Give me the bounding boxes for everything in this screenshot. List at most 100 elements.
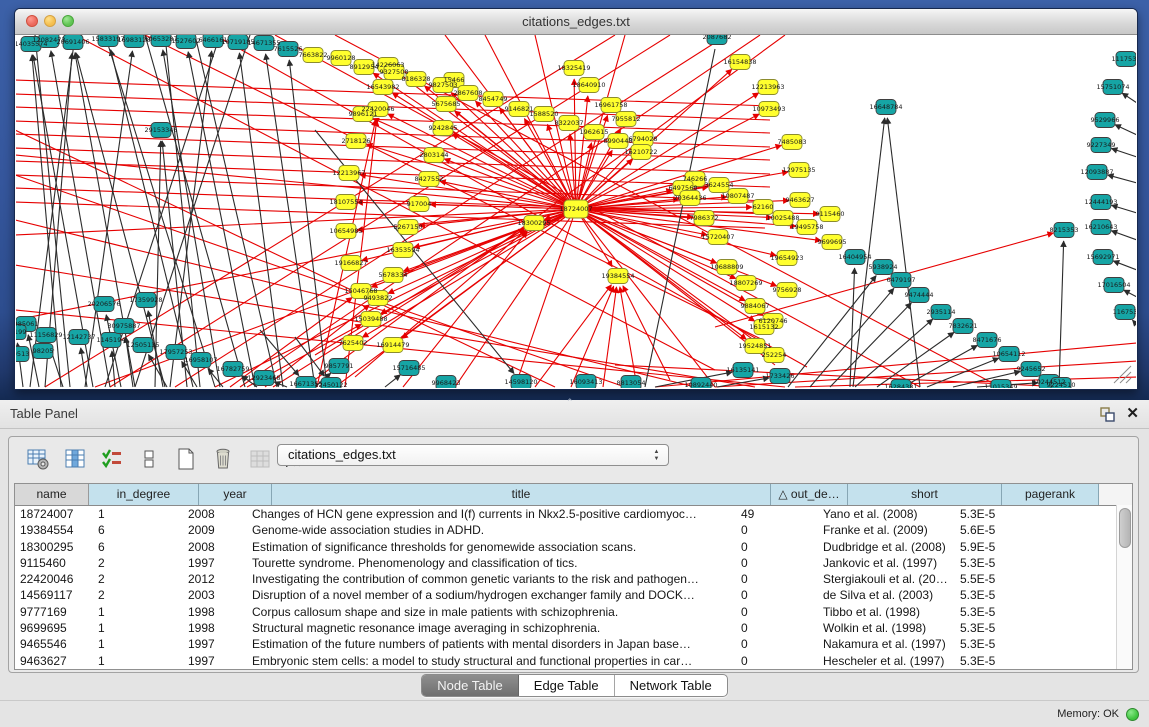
network-node-label: 6479197 [887, 276, 916, 284]
memory-status-label: Memory: OK [1057, 701, 1119, 727]
table-scrollbar[interactable] [1116, 505, 1132, 669]
network-node-label: 18724007 [559, 205, 592, 213]
table-cell: 2003 [180, 587, 245, 603]
network-node-label: 9245652 [1017, 365, 1046, 373]
table-toolbar: f(x) [25, 442, 310, 476]
network-edge [16, 175, 770, 201]
table-row[interactable]: 977716911998Corpus callosum shape and si… [15, 604, 1132, 620]
network-node-label: 12450122 [314, 381, 347, 388]
network-node-label: 19524851 [738, 342, 771, 350]
table-cell: 9777169 [15, 604, 84, 620]
table-cell: Disruption of a novel member of a sodium… [245, 587, 737, 603]
network-node-label: 8427552 [415, 175, 444, 183]
network-node-label: 16782759 [216, 365, 249, 373]
table-row[interactable]: 1872400712008Changes of HCN gene express… [15, 506, 1132, 522]
network-node-label: 62160 [753, 203, 774, 211]
table-selector-dropdown[interactable]: citations_edges.txt ▲▼ [277, 444, 669, 466]
table-tabs-bar: Node TableEdge TableNetwork Table [0, 674, 1149, 698]
network-node-label: 12923468 [247, 374, 280, 382]
table-cell: 1997 [180, 636, 245, 652]
network-edge [1111, 148, 1136, 157]
table-cell: 6 [84, 539, 180, 555]
network-edge [135, 35, 250, 387]
column-header-pagerank[interactable]: pagerank [1002, 484, 1099, 505]
memory-status-indicator[interactable] [1126, 708, 1139, 721]
table-row[interactable]: 1830029562008Estimation of significance … [15, 539, 1132, 555]
network-edge [535, 285, 611, 387]
network-node-label: 9857791 [325, 362, 354, 370]
import-table-icon[interactable] [247, 446, 273, 472]
tab-network-table[interactable]: Network Table [615, 675, 727, 696]
network-edge [877, 332, 954, 387]
table-cell: Tibbo et al. (1998) [810, 604, 951, 620]
column-header-year[interactable]: year [199, 484, 272, 505]
table-mode-icon[interactable] [25, 446, 51, 472]
network-node-label: 1588520 [530, 110, 559, 118]
table-cell: 1998 [180, 604, 245, 620]
column-header-name[interactable]: name [15, 484, 89, 505]
network-node-label: 5267150 [394, 223, 423, 231]
delete-column-icon[interactable] [210, 446, 236, 472]
column-checklist-icon[interactable] [99, 446, 125, 472]
network-edge [1112, 205, 1136, 213]
table-header-row: namein_degreeyeartitle△ out_de…shortpage… [15, 484, 1132, 506]
column-header-in_degree[interactable]: in_degree [89, 484, 199, 505]
network-node-label: 917004 [407, 200, 432, 208]
table-cell: 5.3E-5 [951, 636, 1039, 652]
table-row[interactable]: 1938455462009Genome-wide association stu… [15, 522, 1132, 538]
tab-edge-table[interactable]: Edge Table [519, 675, 615, 696]
table-cell: Investigating the contribution of common… [245, 571, 737, 587]
network-node-label: 17957253 [159, 348, 192, 356]
column-header-short[interactable]: short [848, 484, 1002, 505]
cytoscape-app: citations_edges.txt 14035574120824732069… [0, 0, 1149, 727]
network-node-label: 98205 [33, 347, 54, 355]
table-cell: 2 [84, 555, 180, 571]
network-node-label: 6794028 [629, 135, 658, 143]
network-node-label: 17359928 [129, 296, 162, 304]
table-cell: 2008 [180, 539, 245, 555]
network-node-label: 18640910 [572, 81, 605, 89]
network-canvas[interactable]: 1403557412082473206914061583319716983128… [16, 35, 1136, 388]
table-cell: 2 [84, 571, 180, 587]
float-panel-icon[interactable] [1100, 407, 1115, 422]
network-node-label: 19495758 [790, 223, 823, 231]
network-node-label: 6497568 [669, 184, 698, 192]
scrollbar-thumb[interactable] [1119, 508, 1131, 548]
network-node-label: 1962615 [580, 128, 609, 136]
network-desktop: citations_edges.txt 14035574120824732069… [0, 0, 1149, 400]
network-node-label: 15692971 [1086, 253, 1119, 261]
network-node-label: 7625402 [339, 339, 368, 347]
network-node-label: 9242845 [429, 124, 458, 132]
network-node-label: 7485083 [778, 138, 807, 146]
table-cell: Genome-wide association studies in ADHD. [245, 522, 737, 538]
network-window-titlebar[interactable]: citations_edges.txt [15, 9, 1137, 35]
network-node-label: 9884067 [741, 302, 770, 310]
network-node-label: 15720407 [701, 233, 734, 241]
table-row[interactable]: 2242004622012Investigating the contribut… [15, 571, 1132, 587]
column-header-out_de[interactable]: △ out_de… [771, 484, 848, 505]
network-node-label: 12213967 [332, 169, 365, 177]
table-row[interactable]: 969969511998Structural magnetic resonanc… [15, 620, 1132, 636]
network-node-label: 8186328 [402, 75, 431, 83]
table-cell: Yano et al. (2008) [810, 506, 951, 522]
table-cell: 14569117 [15, 587, 84, 603]
table-row[interactable]: 946362711997Embryonic stem cells: a mode… [15, 653, 1132, 669]
new-column-icon[interactable] [173, 446, 199, 472]
table-row[interactable]: 1456911722003Disruption of a novel membe… [15, 587, 1132, 603]
table-cell: 0 [737, 539, 810, 555]
table-cell: Franke et al. (2009) [810, 522, 951, 538]
panel-resize-grip-icon[interactable]: ⌃ [566, 397, 574, 408]
table-row[interactable]: 911546021997Tourette syndrome. Phenomeno… [15, 555, 1132, 571]
column-header-title[interactable]: title [272, 484, 771, 505]
network-node-label: 17016504 [1097, 281, 1130, 289]
tab-node-table[interactable]: Node Table [422, 675, 519, 696]
row-icon[interactable] [136, 446, 162, 472]
show-columns-icon[interactable] [62, 446, 88, 472]
table-row[interactable]: 946554611997Estimation of the future num… [15, 636, 1132, 652]
table-body: 1872400712008Changes of HCN gene express… [15, 506, 1132, 669]
network-node-label: 9529966 [1091, 116, 1120, 124]
network-node-label: 16958107 [184, 356, 217, 364]
network-edge [385, 375, 400, 387]
table-cell: 1 [84, 620, 180, 636]
close-panel-icon[interactable]: ✕ [1126, 405, 1139, 423]
